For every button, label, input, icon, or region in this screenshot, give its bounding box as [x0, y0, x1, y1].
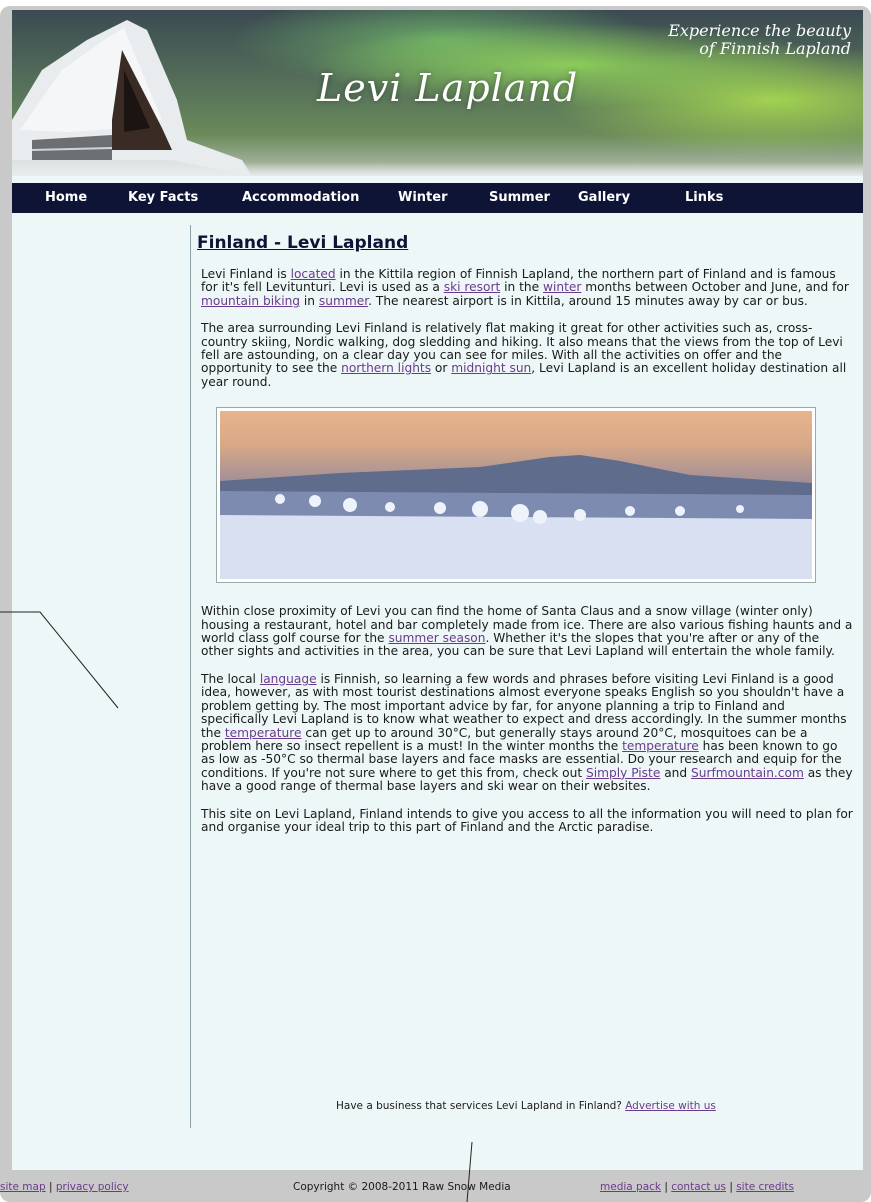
text: Levi Finland is [201, 267, 291, 281]
text: and [660, 765, 692, 780]
separator: | [725, 1181, 737, 1193]
header-slogan: Experience the beauty of Finnish Lapland [651, 22, 851, 58]
slogan-line-1: Experience the beauty [668, 21, 851, 40]
site-credits-link[interactable]: site credits [736, 1181, 794, 1193]
text: in [300, 293, 319, 308]
banner-snowline [12, 162, 863, 176]
paragraph-intro: Levi Finland is located in the Kittila r… [201, 267, 855, 308]
landscape-drawing [220, 455, 812, 580]
nav-winter[interactable]: Winter [398, 190, 448, 205]
link-northern-lights[interactable]: northern lights [341, 361, 431, 375]
nav-gallery[interactable]: Gallery [578, 190, 630, 205]
link-temperature-winter[interactable]: temperature [622, 739, 699, 753]
paragraph-site-purpose: This site on Levi Lapland, Finland inten… [201, 806, 853, 834]
advertise-link[interactable]: Advertise with us [625, 1100, 716, 1112]
link-ski-resort[interactable]: ski resort [444, 280, 501, 294]
nav-home[interactable]: Home [45, 190, 87, 205]
landscape-photo-frame [216, 407, 816, 584]
main-nav: Home Key Facts Accommodation Winter Summ… [12, 183, 863, 213]
text: months between October and June, and for [581, 280, 849, 295]
separator: | [661, 1181, 672, 1193]
nav-key-facts[interactable]: Key Facts [128, 190, 198, 205]
link-summer[interactable]: summer [319, 294, 368, 308]
link-summer-season[interactable]: summer season [388, 631, 485, 645]
site-map-link[interactable]: site map [0, 1181, 46, 1193]
advertise-notice: Have a business that services Levi Lapla… [336, 1100, 716, 1112]
media-pack-link[interactable]: media pack [600, 1181, 661, 1193]
paragraph-language: The local language is Finnish, so learni… [201, 671, 855, 794]
paragraph-area: The area surrounding Levi Finland is rel… [201, 321, 855, 389]
sidebar-divider [190, 225, 191, 1128]
separator: | [45, 1181, 56, 1193]
link-mountain-biking[interactable]: mountain biking [201, 294, 300, 308]
copyright-text: Copyright © 2008-2011 Raw Snow Media [293, 1181, 511, 1193]
snowy-fell-landscape-image [220, 411, 812, 580]
link-winter[interactable]: winter [543, 280, 581, 294]
page-title: Finland - Levi Lapland [197, 233, 409, 253]
link-temperature-summer[interactable]: temperature [225, 726, 302, 740]
nav-summer[interactable]: Summer [489, 190, 550, 205]
link-midnight-sun[interactable]: midnight sun [451, 361, 531, 375]
slogan-line-2: of Finnish Lapland [699, 39, 851, 58]
link-simply-piste[interactable]: Simply Piste [586, 766, 660, 780]
left-sidebar [12, 213, 190, 1133]
footer: site map | privacy policy Copyright © 20… [0, 1176, 871, 1202]
nav-links[interactable]: Links [685, 190, 723, 205]
contact-us-link[interactable]: contact us [671, 1181, 726, 1193]
text: or [431, 361, 452, 376]
footer-right: media pack | contact us | site credits [600, 1181, 794, 1193]
paragraph-proximity: Within close proximity of Levi you can f… [201, 605, 855, 659]
header-banner: Experience the beauty of Finnish Lapland… [12, 10, 863, 176]
text: . The nearest airport is in Kittila, aro… [368, 293, 808, 308]
main-content: Finland - Levi Lapland Levi Finland is l… [197, 232, 857, 848]
snow-cabin-image [12, 20, 252, 176]
text: The local [201, 671, 260, 686]
link-language[interactable]: language [260, 672, 317, 686]
link-surfmountain[interactable]: Surfmountain.com [691, 766, 804, 780]
text: Have a business that services Levi Lapla… [336, 1100, 626, 1112]
privacy-policy-link[interactable]: privacy policy [56, 1181, 129, 1193]
nav-accommodation[interactable]: Accommodation [242, 190, 359, 205]
text: in the [500, 280, 543, 295]
footer-left: site map | privacy policy [0, 1181, 129, 1193]
link-located[interactable]: located [291, 267, 336, 281]
page-container: Experience the beauty of Finnish Lapland… [12, 10, 863, 1170]
site-logo[interactable]: Levi Lapland [317, 66, 578, 110]
